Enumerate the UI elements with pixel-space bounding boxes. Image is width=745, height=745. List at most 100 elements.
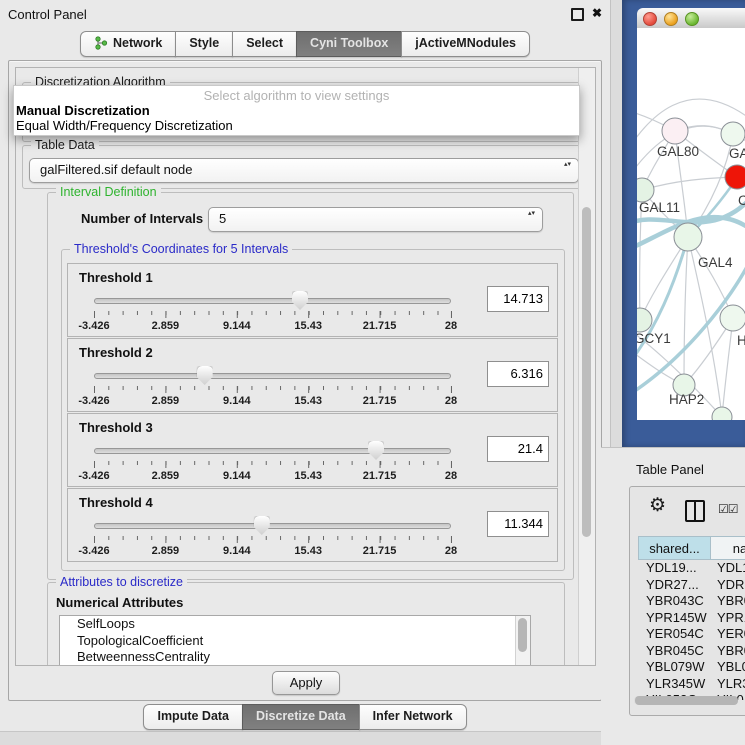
threshold-3-slider[interactable]: -3.4262.8599.14415.4321.71528 [94, 414, 451, 486]
algorithm-option-manual[interactable]: Manual Discretization [14, 103, 579, 118]
node-label-gcy1: GCY1 [637, 331, 671, 346]
threshold-4-value-field[interactable]: 11.344 [487, 511, 549, 537]
minimize-traffic-light-icon[interactable] [664, 12, 678, 26]
network-window-titlebar[interactable] [637, 8, 745, 29]
slider-major-ticks [94, 461, 452, 468]
tab-infer-network-label: Infer Network [373, 705, 453, 729]
tab-impute-data[interactable]: Impute Data [143, 704, 243, 730]
node-table: shared... na YDL19...YDL1 YDR27...YDR2 Y… [638, 536, 745, 700]
table-rows: YDL19...YDL1 YDR27...YDR2 YBR043CYBR0 YP… [638, 560, 745, 700]
table-panel: ⚙ ☑☑ shared... na YDL19...YDL1 YDR27...Y… [629, 486, 745, 716]
node-label-gal4: GAL4 [698, 255, 733, 270]
float-window-icon[interactable] [571, 8, 584, 21]
table-horizontal-scrollbar-thumb[interactable] [635, 696, 738, 705]
tab-jactivemnodules[interactable]: jActiveMNodules [401, 31, 530, 57]
tab-discretize-data[interactable]: Discretize Data [242, 704, 360, 730]
slider-thumb[interactable] [197, 366, 213, 385]
threshold-1-value-field[interactable]: 14.713 [487, 286, 549, 312]
tab-select-label: Select [246, 32, 283, 56]
tab-style[interactable]: Style [175, 31, 233, 57]
node-label-cut-c: C [738, 193, 745, 208]
tab-impute-data-label: Impute Data [157, 705, 229, 729]
threshold-2-value-field[interactable]: 6.316 [487, 361, 549, 387]
tab-network-label: Network [113, 32, 162, 56]
list-item[interactable]: SelfLoops [60, 616, 530, 633]
table-row[interactable]: YBR043CYBR0 [638, 593, 745, 610]
network-graph [637, 28, 745, 420]
slider-scale-labels: -3.4262.8599.14415.4321.71528 [94, 320, 451, 332]
table-row[interactable]: YBL079WYBL0 [638, 659, 745, 676]
node-red-selected[interactable] [725, 165, 745, 189]
table-row[interactable]: YDR27...YDR2 [638, 577, 745, 594]
node-gal80[interactable] [662, 118, 688, 144]
threshold-2-row: Threshold 2 -3.4262.8599.14415.4321.7152… [67, 338, 558, 412]
close-icon[interactable]: ✖ [592, 6, 602, 20]
slider-thumb[interactable] [254, 516, 270, 535]
table-panel-area: Table Panel ⚙ ☑☑ shared... na YDL19...YD… [601, 447, 745, 745]
tab-jactivemnodules-label: jActiveMNodules [415, 32, 516, 56]
slider-scale-labels: -3.4262.8599.14415.4321.71528 [94, 545, 451, 557]
node-cut-right-mid[interactable] [720, 305, 745, 331]
numerical-attributes-heading: Numerical Attributes [56, 595, 183, 610]
threshold-1-slider[interactable]: -3.4262.8599.14415.4321.71528 [94, 264, 451, 336]
network-canvas[interactable]: GAL80 GA C GAL11 GAL4 GCY1 H HAP2 [637, 28, 745, 420]
slider-thumb[interactable] [368, 441, 384, 460]
tab-discretize-data-label: Discretize Data [256, 705, 346, 729]
number-of-intervals-combobox[interactable]: 5 ▴▾ [208, 207, 543, 232]
algorithm-popup-hint: Select algorithm to view settings [14, 86, 579, 103]
settings-scrollbar-thumb[interactable] [582, 207, 591, 537]
combo-arrows-icon[interactable]: ▴▾ [564, 160, 571, 170]
table-data-combobox[interactable]: galFiltered.sif default node ▴▾ [29, 158, 579, 183]
node-gcy1[interactable] [637, 308, 652, 332]
gear-icon[interactable]: ⚙ [649, 494, 666, 517]
list-item[interactable]: TopologicalCoefficient [60, 633, 530, 650]
network-window-frame: GAL80 GA C GAL11 GAL4 GCY1 H HAP2 [622, 0, 745, 447]
threshold-4-slider[interactable]: -3.4262.8599.14415.4321.71528 [94, 489, 451, 561]
control-panel-window: Control Panel ✖ Network Style Select Cyn… [0, 0, 611, 732]
table-row[interactable]: YBR045CYBR0 [638, 643, 745, 660]
table-row[interactable]: YPR145WYPR1 [638, 610, 745, 627]
node-label-cut-h: H [737, 333, 745, 348]
slider-major-ticks [94, 536, 452, 543]
table-horizontal-scrollbar[interactable] [634, 696, 716, 705]
node-gal4[interactable] [674, 223, 702, 251]
column-header-name[interactable]: na [711, 536, 745, 560]
tab-select[interactable]: Select [232, 31, 297, 57]
checkbox-icons[interactable]: ☑☑ [718, 502, 738, 516]
node-label-hap2: HAP2 [669, 392, 704, 407]
threshold-2-slider[interactable]: -3.4262.8599.14415.4321.71528 [94, 339, 451, 411]
close-traffic-light-icon[interactable] [643, 12, 657, 26]
list-scrollbar-thumb[interactable] [518, 618, 527, 652]
node-gal11[interactable] [637, 178, 654, 202]
table-row[interactable]: YDL19...YDL1 [638, 560, 745, 577]
bottom-tab-bar: Impute Data Discretize Data Infer Networ… [0, 704, 610, 730]
tab-cyni-toolbox[interactable]: Cyni Toolbox [296, 31, 402, 57]
node-cut-right-top[interactable] [721, 122, 745, 146]
table-row[interactable]: YER054CYER0 [638, 626, 745, 643]
numerical-attributes-list[interactable]: SelfLoops TopologicalCoefficient Between… [59, 615, 531, 666]
zoom-traffic-light-icon[interactable] [685, 12, 699, 26]
list-item[interactable]: BetweennessCentrality [60, 649, 530, 666]
screen: Control Panel ✖ Network Style Select Cyn… [0, 0, 745, 745]
number-of-intervals-value: 5 [219, 211, 226, 226]
threshold-3-value-field[interactable]: 21.4 [487, 436, 549, 462]
slider-track [94, 448, 451, 454]
window-traffic-lights [643, 12, 699, 26]
list-scrollbar[interactable] [515, 616, 530, 666]
combo-arrows-icon[interactable]: ▴▾ [528, 209, 535, 219]
table-row[interactable]: YLR345WYLR3 [638, 676, 745, 693]
algorithm-option-equal-width[interactable]: Equal Width/Frequency Discretization [14, 118, 579, 133]
tab-network[interactable]: Network [80, 31, 176, 57]
tab-infer-network[interactable]: Infer Network [359, 704, 467, 730]
node-label-gal80: GAL80 [657, 144, 699, 159]
column-header-shared-name[interactable]: shared... [638, 536, 711, 560]
slider-thumb[interactable] [292, 291, 308, 310]
interval-definition-group: Interval Definition Number of Intervals … [47, 192, 574, 580]
table-panel-title: Table Panel [636, 462, 704, 477]
columns-icon[interactable] [685, 500, 705, 522]
slider-track [94, 298, 451, 304]
table-data-combobox-value: galFiltered.sif default node [40, 162, 192, 177]
panel-title: Control Panel [8, 7, 87, 22]
apply-button[interactable]: Apply [272, 671, 340, 695]
settings-scrollbar[interactable] [578, 68, 595, 665]
